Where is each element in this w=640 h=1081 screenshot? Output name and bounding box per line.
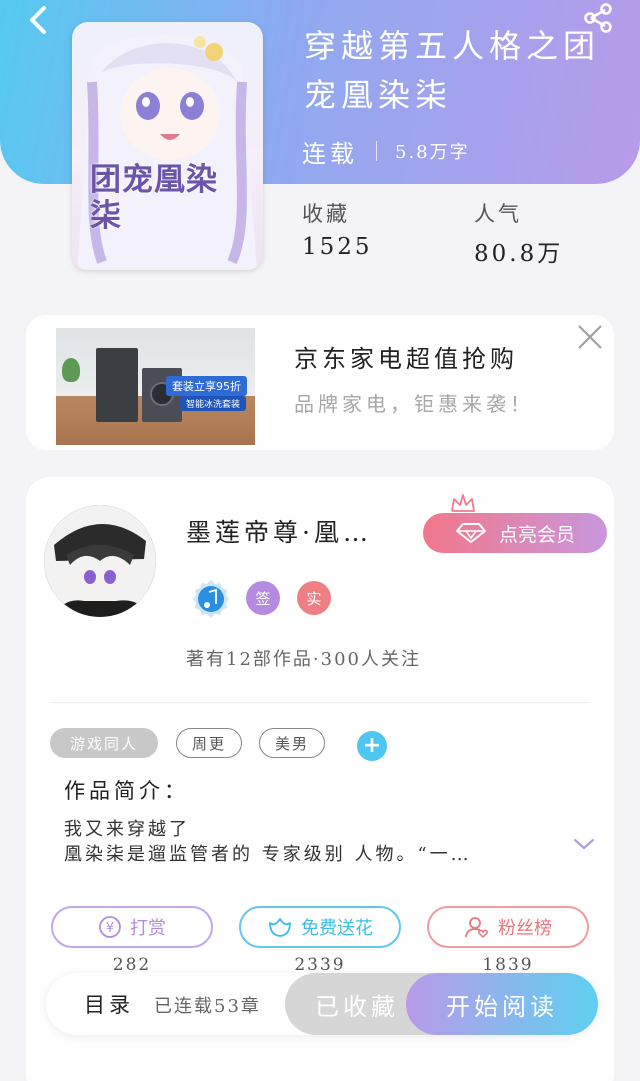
start-reading-button[interactable]: 开始阅读	[406, 973, 598, 1035]
fans-rank-button[interactable]: 粉丝榜	[427, 906, 589, 948]
yuan-coin-icon: ¥	[99, 916, 121, 938]
crown-icon	[451, 494, 475, 512]
divider	[50, 702, 590, 703]
author-avatar[interactable]	[44, 505, 156, 617]
vip-button-label: 点亮会员	[498, 523, 575, 546]
favorites-label: 收藏	[302, 202, 350, 226]
diamond-icon	[455, 523, 486, 543]
cover-title-text: 团宠凰染柒	[90, 162, 218, 234]
chapter-count[interactable]: 已连载53章	[154, 992, 261, 1018]
book-meta: 连载 5.8万字	[302, 134, 470, 168]
ad-plant	[62, 358, 80, 382]
reward-count: 282	[112, 955, 152, 975]
popularity-value: 80.8万	[474, 241, 564, 267]
reward-button[interactable]: ¥ 打赏	[51, 906, 213, 948]
meta-divider	[376, 141, 377, 161]
chevron-left-icon	[30, 6, 46, 34]
ad-image: 套装立享95折 智能冰洗套装	[56, 328, 255, 445]
ad-offer-badge: 套装立享95折	[166, 376, 247, 396]
reward-label: 打赏	[130, 918, 166, 939]
book-cover[interactable]: 团宠凰染柒	[72, 22, 263, 270]
music-badge-icon	[193, 580, 229, 618]
fans-count: 1839	[482, 955, 534, 975]
ad-close-button[interactable]	[574, 321, 606, 353]
fan-user-icon	[465, 917, 489, 939]
ad-subtitle: 品牌家电，钜惠来袭！	[294, 392, 534, 416]
svg-text:¥: ¥	[106, 921, 114, 936]
expand-intro-button[interactable]	[572, 835, 596, 853]
ad-title: 京东家电超值抢购	[294, 345, 518, 373]
book-status: 连载	[302, 139, 358, 168]
fans-rank-label: 粉丝榜	[498, 918, 552, 939]
bottom-action-bar: 目录 已连载53章 已收藏 开始阅读	[46, 973, 598, 1035]
intro-title: 作品简介：	[64, 779, 189, 803]
flower-count: 2339	[294, 955, 346, 975]
intro-line-1: 我又来穿越了	[64, 819, 190, 840]
ad-fridge	[96, 348, 138, 422]
free-flower-label: 免费送花	[301, 918, 373, 939]
tag-handsome[interactable]: 美男	[259, 728, 325, 758]
verified-badge: 实	[297, 581, 331, 615]
add-tag-button[interactable]: +	[357, 731, 387, 761]
free-flower-button[interactable]: 免费送花	[239, 906, 401, 948]
avatar-illustration	[44, 505, 156, 617]
close-icon	[578, 325, 602, 349]
plus-icon: +	[362, 733, 382, 758]
ad-banner[interactable]: 套装立享95折 智能冰洗套装 京东家电超值抢购 品牌家电，钜惠来袭！	[26, 315, 614, 450]
intro-line-2: 凰染柒是遛监管者的 专家级别 人物。“一…	[64, 844, 472, 865]
intro-text[interactable]: 我又来穿越了 凰染柒是遛监管者的 专家级别 人物。“一…	[64, 817, 544, 867]
signed-badge: 签	[246, 581, 280, 615]
ad-offer-sub: 智能冰洗套装	[180, 396, 247, 411]
back-button[interactable]	[20, 2, 56, 38]
tag-game-fanfic[interactable]: 游戏同人	[50, 728, 158, 758]
tag-weekly[interactable]: 周更	[176, 728, 242, 758]
start-reading-label: 开始阅读	[446, 992, 558, 1021]
collected-label: 已收藏	[315, 992, 399, 1021]
popularity-label: 人气	[474, 202, 522, 226]
author-level-badge	[192, 579, 230, 619]
favorites-count: 1525	[302, 234, 373, 260]
chevron-down-icon	[573, 838, 595, 850]
book-word-count: 5.8万字	[395, 142, 470, 163]
flower-icon	[269, 918, 291, 937]
book-title: 穿越第五人格之团宠凰染柒	[304, 27, 601, 114]
toc-button[interactable]: 目录	[84, 989, 134, 1019]
activate-vip-button[interactable]: 点亮会员	[423, 513, 607, 553]
author-stats: 著有12部作品·300人关注	[186, 649, 421, 670]
author-name[interactable]: 墨莲帝尊·凰…	[186, 513, 372, 549]
